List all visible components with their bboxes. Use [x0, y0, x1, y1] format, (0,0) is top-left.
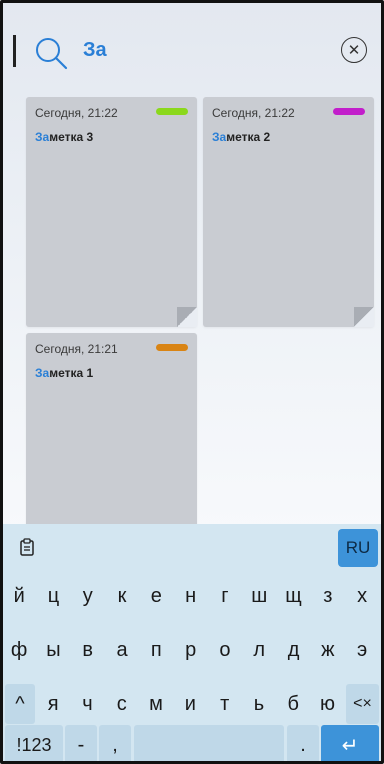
title-match: За — [35, 366, 50, 380]
comma-key[interactable]: , — [99, 725, 131, 761]
letter-key[interactable]: и — [174, 684, 206, 724]
enter-key[interactable]: ↵ — [321, 725, 379, 761]
page-fold-icon — [177, 307, 197, 327]
letter-key[interactable]: ч — [71, 684, 103, 724]
dash-key[interactable]: - — [65, 725, 97, 761]
title-rest: метка 3 — [49, 130, 94, 144]
letter-key[interactable]: а — [106, 630, 138, 670]
language-switch-button[interactable]: RU — [338, 529, 378, 567]
letter-key[interactable]: й — [3, 576, 35, 616]
letter-key[interactable]: э — [346, 630, 378, 670]
letter-key[interactable]: н — [175, 576, 207, 616]
clear-search-button[interactable]: ✕ — [341, 37, 367, 63]
letter-key[interactable]: с — [106, 684, 138, 724]
letter-key[interactable]: т — [209, 684, 241, 724]
search-bar: За ✕ — [3, 3, 381, 91]
clipboard-icon[interactable] — [19, 538, 35, 556]
keyboard-toolbar: RU — [3, 524, 381, 568]
letter-key[interactable]: ф — [3, 630, 35, 670]
letter-key[interactable]: я — [37, 684, 69, 724]
note-date: Сегодня, 21:22 — [35, 106, 118, 120]
letter-key[interactable]: б — [277, 684, 309, 724]
note-date: Сегодня, 21:22 — [212, 106, 295, 120]
search-input[interactable]: За — [83, 39, 107, 62]
backspace-key[interactable]: <× — [346, 684, 379, 724]
letter-key[interactable]: х — [346, 576, 378, 616]
letter-key[interactable]: ц — [37, 576, 69, 616]
title-match: За — [212, 130, 227, 144]
letter-key[interactable]: щ — [277, 576, 309, 616]
title-rest: метка 2 — [226, 130, 271, 144]
dot-key[interactable]: . — [287, 725, 319, 761]
shift-key[interactable]: ^ — [5, 684, 35, 724]
letter-key[interactable]: з — [312, 576, 344, 616]
app-window: За ✕ Сегодня, 21:22 Заметка 3 Сегодня, 2… — [0, 0, 384, 764]
on-screen-keyboard: RU йцукенгшщзх фывапролджэ ^ <× ячсмитьб… — [3, 524, 381, 761]
letter-key[interactable]: м — [140, 684, 172, 724]
key-row-3: ^ <× ячсмитьбю — [3, 684, 381, 724]
letter-key[interactable]: р — [175, 630, 207, 670]
letter-key[interactable]: ж — [312, 630, 344, 670]
letter-key[interactable]: е — [140, 576, 172, 616]
letter-key[interactable]: д — [277, 630, 309, 670]
text-cursor — [13, 35, 16, 67]
note-title: Заметка 3 — [35, 130, 93, 144]
letter-key[interactable]: ш — [243, 576, 275, 616]
note-card[interactable]: Сегодня, 21:22 Заметка 3 — [26, 97, 197, 327]
page-fold-icon — [354, 307, 374, 327]
numbers-key[interactable]: !123 — [5, 725, 63, 761]
note-color-tag — [156, 344, 188, 351]
key-row-1: йцукенгшщзх — [3, 576, 381, 616]
letter-key[interactable]: п — [140, 630, 172, 670]
title-match: За — [35, 130, 50, 144]
note-color-tag — [333, 108, 365, 115]
letter-key[interactable]: к — [106, 576, 138, 616]
letter-key[interactable]: ь — [243, 684, 275, 724]
note-title: Заметка 2 — [212, 130, 270, 144]
letter-key[interactable]: о — [209, 630, 241, 670]
key-row-4: !123 - , . ↵ — [3, 725, 381, 761]
note-color-tag — [156, 108, 188, 115]
letter-key[interactable]: ы — [37, 630, 69, 670]
letter-key[interactable]: ю — [311, 684, 343, 724]
letter-key[interactable]: у — [72, 576, 104, 616]
search-icon — [36, 38, 68, 70]
title-rest: метка 1 — [49, 366, 94, 380]
close-icon: ✕ — [347, 41, 361, 59]
key-row-2: фывапролджэ — [3, 630, 381, 670]
letter-key[interactable]: в — [72, 630, 104, 670]
note-card[interactable]: Сегодня, 21:22 Заметка 2 — [203, 97, 374, 327]
note-card[interactable]: Сегодня, 21:21 Заметка 1 — [26, 333, 197, 529]
space-key[interactable] — [134, 725, 284, 761]
note-date: Сегодня, 21:21 — [35, 342, 118, 356]
note-title: Заметка 1 — [35, 366, 93, 380]
letter-key[interactable]: л — [243, 630, 275, 670]
letter-key[interactable]: г — [209, 576, 241, 616]
